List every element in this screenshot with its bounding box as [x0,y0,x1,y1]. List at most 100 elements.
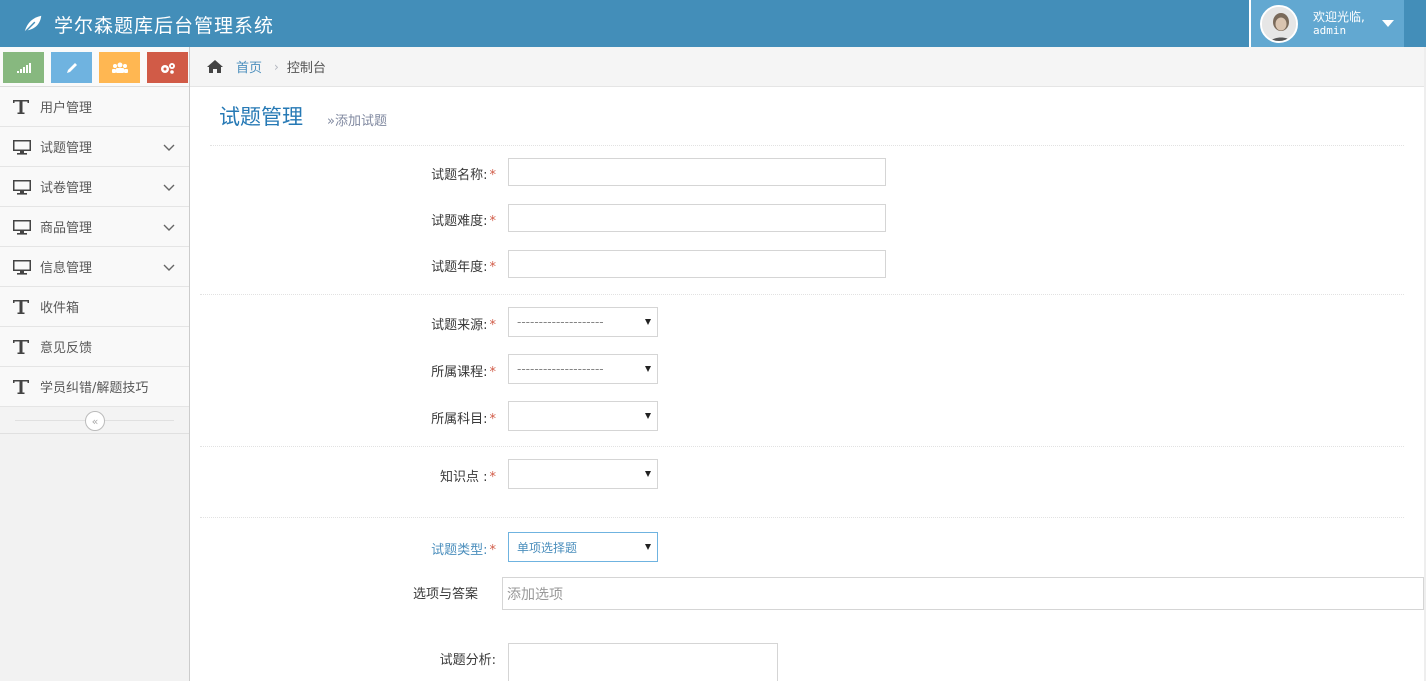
sidebar-collapse-bar: « [0,407,189,434]
caret-down-icon [645,319,651,325]
desktop-icon [12,259,32,275]
subject-select[interactable] [508,401,658,431]
question-name-input[interactable] [508,158,886,186]
sidebar-item-label: 意见反馈 [40,341,93,356]
sidebar-item[interactable]: 试题管理 [0,127,189,167]
breadcrumb-home-link[interactable]: 首页 [236,57,262,76]
text-icon [12,379,32,395]
course-select-value: -------------------- [517,362,604,376]
options-answers-label: 选项与答案 [412,587,478,602]
username: admin [1313,23,1347,37]
sidebar-item-label: 试卷管理 [40,181,93,196]
page-subtitle: »添加试题 [327,114,387,129]
desktop-icon [12,139,32,155]
caret-down-icon [645,413,651,419]
required-mark: * [489,365,497,380]
sidebar-item[interactable]: 商品管理 [0,207,189,247]
add-option-field[interactable]: 添加选项 [502,577,1424,610]
chevron-down-icon[interactable] [163,181,175,196]
chevron-down-icon[interactable] [163,221,175,236]
required-mark: * [489,412,497,427]
leaf-icon [24,15,42,33]
text-icon [12,99,32,115]
course-label: 所属课程: * [431,365,497,380]
sidebar-item[interactable]: 意见反馈 [0,327,189,367]
question-name-label: 试题名称: * [431,168,497,183]
sidebar-item-label: 收件箱 [40,301,80,316]
shortcut-edit-button[interactable] [51,52,92,83]
required-mark: * [489,214,497,229]
caret-down-icon [645,544,651,550]
question-type-label: 试题类型: * [431,543,497,558]
sidebar-item[interactable]: 学员纠错/解题技巧 [0,367,189,407]
course-select[interactable]: -------------------- [508,354,658,384]
app-title: 学尔森题库后台管理系统 [54,14,275,37]
question-type-value: 单项选择题 [517,540,578,555]
shortcut-settings-button[interactable] [147,52,188,83]
analysis-textarea[interactable] [508,643,778,681]
group-icon [111,62,128,73]
required-mark: * [489,318,497,333]
sidebar-item-label: 试题管理 [40,141,93,156]
source-label: 试题来源: * [431,318,497,333]
sidebar-item-label: 商品管理 [40,221,93,236]
chevron-down-icon[interactable] [163,261,175,276]
page-title: 试题管理 [219,105,303,129]
text-icon [12,339,32,355]
difficulty-input[interactable] [508,204,886,232]
desktop-icon [12,179,32,195]
brand[interactable]: 学尔森题库后台管理系统 [22,10,274,38]
knowledge-point-label: 知识点 : * [439,470,497,485]
sidebar-item[interactable]: 用户管理 [0,87,189,127]
subject-label: 所属科目: * [431,412,497,427]
source-select[interactable]: -------------------- [508,307,658,337]
sidebar-item-label: 信息管理 [40,261,93,276]
analysis-label: 试题分析: [439,653,496,668]
sidebar-item[interactable]: 信息管理 [0,247,189,287]
divider [200,446,1404,447]
add-option-placeholder: 添加选项 [507,586,563,603]
difficulty-label: 试题难度: * [431,214,497,229]
sidebar-item-label: 学员纠错/解题技巧 [40,381,149,396]
breadcrumb: 首页 › 控制台 [190,47,1426,87]
page-header: 试题管理 »添加试题 [210,87,1404,146]
required-mark: * [489,470,497,485]
welcome-text: 欢迎光临, [1313,9,1365,24]
sidebar-item-label: 用户管理 [40,101,93,116]
user-menu[interactable]: 欢迎光临, admin [1249,0,1404,47]
sidebar-item[interactable]: 收件箱 [0,287,189,327]
avatar [1260,4,1298,43]
sidebar-item[interactable]: 试卷管理 [0,167,189,207]
home-icon[interactable] [206,59,224,74]
top-navbar: 学尔森题库后台管理系统 欢迎光临, admin [0,0,1426,47]
stats-icon [16,62,31,73]
required-mark: * [489,168,497,183]
cogs-icon [160,62,175,74]
divider [200,294,1404,295]
chevron-down-icon[interactable] [163,141,175,156]
breadcrumb-current: 控制台 [286,61,326,76]
caret-down-icon [645,471,651,477]
year-label: 试题年度: * [431,260,497,275]
desktop-icon [12,219,32,235]
sidebar-nav: 用户管理试题管理试卷管理商品管理信息管理收件箱意见反馈学员纠错/解题技巧 [0,87,189,407]
pencil-icon [66,62,77,73]
question-type-select[interactable]: 单项选择题 [508,532,658,562]
sidebar: 用户管理试题管理试卷管理商品管理信息管理收件箱意见反馈学员纠错/解题技巧 « [0,47,190,681]
year-input[interactable] [508,250,886,278]
caret-down-icon[interactable] [1382,20,1394,27]
shortcut-stats-button[interactable] [3,52,44,83]
sidebar-shortcuts [0,47,189,87]
navbar-edge [1404,0,1426,47]
required-mark: * [489,260,497,275]
collapse-sidebar-button[interactable]: « [85,411,105,431]
text-icon [12,299,32,315]
breadcrumb-separator-icon: › [274,59,279,74]
divider [200,517,1404,518]
required-mark: * [489,543,497,558]
shortcut-users-button[interactable] [99,52,140,83]
knowledge-point-select[interactable] [508,459,658,489]
caret-down-icon [645,366,651,372]
source-select-value: -------------------- [517,315,604,329]
user-info: 欢迎光临, admin [1313,10,1365,38]
